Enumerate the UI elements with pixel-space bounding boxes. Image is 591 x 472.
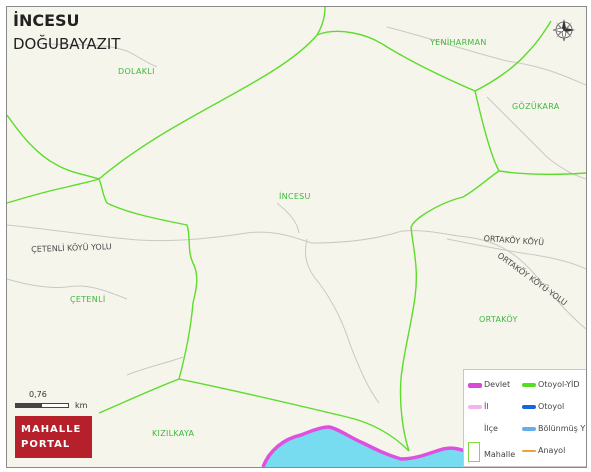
logo-line-2: PORTAL <box>21 439 71 450</box>
village-label-yeniharman[interactable]: YENİHARMAN <box>430 38 487 47</box>
boundary-line <box>474 90 500 172</box>
legend-swatch <box>468 427 482 431</box>
village-label-incesu[interactable]: İNCESU <box>279 192 311 201</box>
boundary-line <box>399 226 418 452</box>
legend-label: Mahalle <box>484 450 516 459</box>
legend-label: Otoyol-YİD <box>538 380 580 389</box>
village-label-kizilkaya[interactable]: KIZILKAYA <box>152 429 194 438</box>
legend-swatch <box>522 427 536 431</box>
scale-bar: 0,76 km <box>15 390 95 414</box>
legend-swatch <box>522 405 536 409</box>
boundary-line <box>316 7 326 36</box>
village-label-cetenli[interactable]: ÇETENLİ <box>70 295 105 304</box>
lake-area <box>263 427 465 467</box>
scale-bar-graphic <box>15 403 69 408</box>
mahalle-portal-logo[interactable]: MAHALLE PORTAL <box>15 416 92 458</box>
map-subtitle: DOĞUBAYAZIT <box>13 35 121 53</box>
village-label-ortakoy[interactable]: ORTAKÖY <box>479 315 518 324</box>
compass-rose-icon <box>551 17 577 43</box>
scale-unit: km <box>75 401 88 410</box>
village-label-gozukara[interactable]: GÖZÜKARA <box>512 102 560 111</box>
legend-label: Bölünmüş Y <box>538 424 586 433</box>
boundary-line <box>410 170 500 228</box>
road-path <box>126 356 184 376</box>
scale-value: 0,76 <box>29 390 47 399</box>
road-path <box>7 278 128 300</box>
boundary-line <box>498 170 586 176</box>
map-title: İNCESU <box>13 11 80 30</box>
map-canvas[interactable]: İNCESU DOĞUBAYAZIT DOLAKLI YENİHARMAN GÖ… <box>6 6 587 468</box>
boundary-line <box>98 178 198 380</box>
local-roads <box>7 26 586 404</box>
road-path <box>276 202 300 234</box>
legend-swatch <box>522 450 536 452</box>
village-label-dolakli[interactable]: DOLAKLI <box>118 67 155 76</box>
boundary-line <box>7 178 100 204</box>
legend-label: İlçe <box>484 424 498 433</box>
legend-label: Devlet <box>484 380 511 389</box>
legend-swatch <box>522 383 536 387</box>
legend-swatch <box>468 405 482 409</box>
logo-line-1: MAHALLE <box>21 424 82 435</box>
legend-label: Anayol <box>538 446 566 455</box>
legend-label: Otoyol <box>538 402 565 411</box>
legend-swatch <box>468 383 482 388</box>
legend-swatch <box>468 442 480 462</box>
map-legend: Devlet Otoyol-YİD İl Otoyol İlçe Bölünmü… <box>463 369 586 467</box>
boundary-line <box>98 378 180 414</box>
boundary-line <box>7 30 476 180</box>
road-path <box>305 238 380 404</box>
legend-label: İl <box>484 402 489 411</box>
